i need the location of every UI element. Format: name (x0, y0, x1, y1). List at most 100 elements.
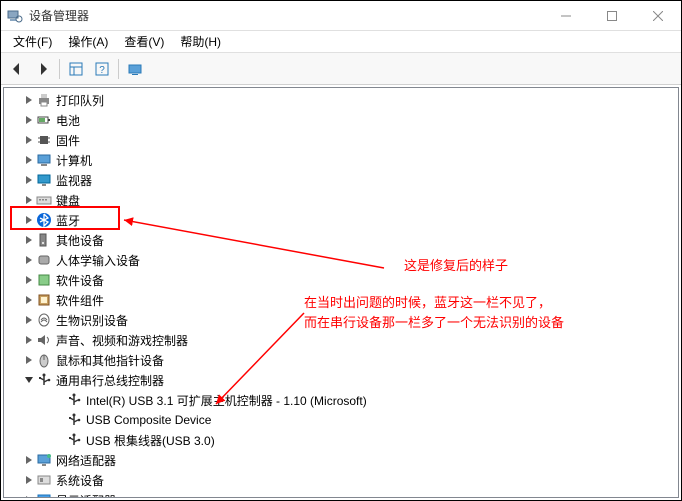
sound-icon (36, 332, 52, 348)
no-expander (52, 433, 66, 447)
tree-node-label: 电池 (56, 112, 80, 129)
software-component-icon (36, 292, 52, 308)
usb-controller-icon (36, 372, 52, 388)
titlebar: 设备管理器 (1, 1, 681, 31)
collapse-icon[interactable] (22, 373, 36, 387)
tree-node[interactable]: 键盘 (4, 190, 678, 210)
tree-node[interactable]: 人体学输入设备 (4, 250, 678, 270)
computer-icon (36, 152, 52, 168)
tree-node-label: 计算机 (56, 152, 92, 169)
chip-icon (36, 132, 52, 148)
toolbar: ? (1, 53, 681, 85)
tree-node-label: 网络适配器 (56, 452, 116, 469)
tree-node[interactable]: 电池 (4, 110, 678, 130)
tree-node[interactable]: USB 根集线器(USB 3.0) (4, 430, 678, 450)
tree-node[interactable]: USB Composite Device (4, 410, 678, 430)
software-device-icon (36, 272, 52, 288)
hid-icon (36, 252, 52, 268)
window-controls (543, 1, 681, 30)
tree-node-label: 系统设备 (56, 472, 104, 489)
tree-node[interactable]: 鼠标和其他指针设备 (4, 350, 678, 370)
tree-node-label: USB 根集线器(USB 3.0) (86, 432, 215, 449)
expand-icon[interactable] (22, 113, 36, 127)
device-tree[interactable]: 打印队列电池固件计算机监视器键盘蓝牙其他设备人体学输入设备软件设备软件组件生物识… (4, 88, 678, 497)
tree-node-label: 声音、视频和游戏控制器 (56, 332, 188, 349)
printer-icon (36, 92, 52, 108)
tree-node[interactable]: 系统设备 (4, 470, 678, 490)
tree-node[interactable]: 软件设备 (4, 270, 678, 290)
usb-icon (66, 392, 82, 408)
tree-node-label: 键盘 (56, 192, 80, 209)
mouse-icon (36, 352, 52, 368)
tree-node[interactable]: Intel(R) USB 3.1 可扩展主机控制器 - 1.10 (Micros… (4, 390, 678, 410)
no-expander (52, 413, 66, 427)
help-button[interactable]: ? (90, 57, 114, 81)
expand-icon[interactable] (22, 213, 36, 227)
keyboard-icon (36, 192, 52, 208)
expand-icon[interactable] (22, 93, 36, 107)
bluetooth-icon (36, 212, 52, 228)
forward-button[interactable] (31, 57, 55, 81)
tree-node[interactable]: 通用串行总线控制器 (4, 370, 678, 390)
tree-node[interactable]: 固件 (4, 130, 678, 150)
toolbar-separator (118, 59, 119, 79)
tree-node-label: 生物识别设备 (56, 312, 128, 329)
expand-icon[interactable] (22, 353, 36, 367)
expand-icon[interactable] (22, 133, 36, 147)
tree-node[interactable]: 监视器 (4, 170, 678, 190)
display-adapter-icon (36, 492, 52, 497)
tree-node-label: 软件组件 (56, 292, 104, 309)
tree-node[interactable]: 网络适配器 (4, 450, 678, 470)
menu-action[interactable]: 操作(A) (60, 31, 116, 52)
menu-file[interactable]: 文件(F) (5, 31, 60, 52)
monitor-icon (36, 172, 52, 188)
toolbar-separator (59, 59, 60, 79)
expand-icon[interactable] (22, 173, 36, 187)
minimize-button[interactable] (543, 1, 589, 30)
tree-node[interactable]: 计算机 (4, 150, 678, 170)
tree-node-label: 显示适配器 (56, 492, 116, 498)
tree-node[interactable]: 生物识别设备 (4, 310, 678, 330)
menu-view[interactable]: 查看(V) (116, 31, 172, 52)
tree-node-label: 蓝牙 (56, 212, 80, 229)
tree-node[interactable]: 打印队列 (4, 90, 678, 110)
expand-icon[interactable] (22, 253, 36, 267)
close-button[interactable] (635, 1, 681, 30)
expand-icon[interactable] (22, 193, 36, 207)
expand-icon[interactable] (22, 273, 36, 287)
tree-node[interactable]: 显示适配器 (4, 490, 678, 497)
usb-icon (66, 412, 82, 428)
tree-node-label: 打印队列 (56, 92, 104, 109)
expand-icon[interactable] (22, 293, 36, 307)
maximize-button[interactable] (589, 1, 635, 30)
menu-help[interactable]: 帮助(H) (172, 31, 229, 52)
tree-node-label: 鼠标和其他指针设备 (56, 352, 164, 369)
tree-node-label: Intel(R) USB 3.1 可扩展主机控制器 - 1.10 (Micros… (86, 392, 367, 409)
expand-icon[interactable] (22, 473, 36, 487)
expand-icon[interactable] (22, 493, 36, 497)
tree-node-label: 监视器 (56, 172, 92, 189)
scan-hardware-button[interactable] (123, 57, 147, 81)
back-button[interactable] (5, 57, 29, 81)
show-hidden-button[interactable] (64, 57, 88, 81)
tree-node[interactable]: 其他设备 (4, 230, 678, 250)
tree-node-label: USB Composite Device (86, 413, 211, 427)
tree-node-label: 软件设备 (56, 272, 104, 289)
tree-node-label: 其他设备 (56, 232, 104, 249)
tree-pane: 打印队列电池固件计算机监视器键盘蓝牙其他设备人体学输入设备软件设备软件组件生物识… (3, 87, 679, 498)
expand-icon[interactable] (22, 453, 36, 467)
tree-node[interactable]: 蓝牙 (4, 210, 678, 230)
expand-icon[interactable] (22, 313, 36, 327)
tree-node-label: 固件 (56, 132, 80, 149)
menubar: 文件(F) 操作(A) 查看(V) 帮助(H) (1, 31, 681, 53)
expand-icon[interactable] (22, 153, 36, 167)
tree-node-label: 人体学输入设备 (56, 252, 140, 269)
tree-node[interactable]: 声音、视频和游戏控制器 (4, 330, 678, 350)
other-device-icon (36, 232, 52, 248)
expand-icon[interactable] (22, 333, 36, 347)
battery-icon (36, 112, 52, 128)
network-icon (36, 452, 52, 468)
svg-text:?: ? (99, 65, 105, 76)
tree-node[interactable]: 软件组件 (4, 290, 678, 310)
expand-icon[interactable] (22, 233, 36, 247)
